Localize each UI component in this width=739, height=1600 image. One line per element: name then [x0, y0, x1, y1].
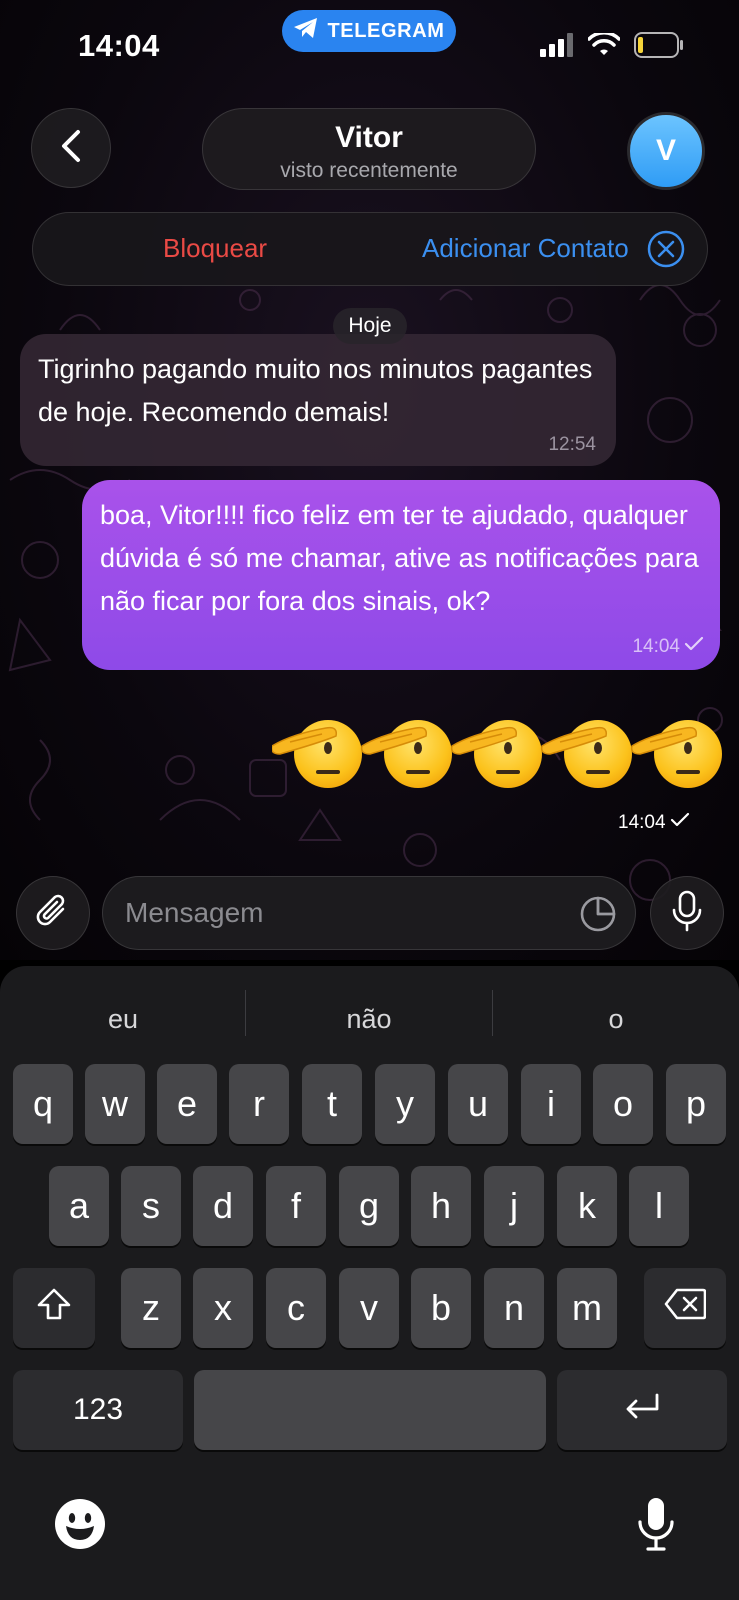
shift-icon — [36, 1287, 72, 1330]
key-c[interactable]: c — [266, 1268, 326, 1348]
status-time: 14:04 — [78, 28, 160, 63]
return-icon — [622, 1389, 662, 1431]
key-l[interactable]: l — [629, 1166, 689, 1246]
block-button[interactable]: Bloquear — [163, 233, 267, 264]
contact-status: visto recentemente — [280, 159, 458, 182]
key-k[interactable]: k — [557, 1166, 617, 1246]
suggestion-2[interactable]: não — [246, 1004, 492, 1035]
contact-name: Vitor — [335, 121, 403, 154]
attach-button[interactable] — [16, 876, 90, 950]
key-g[interactable]: g — [339, 1166, 399, 1246]
back-chevron-icon — [60, 129, 82, 168]
message-time: 12:54 — [548, 434, 596, 455]
voice-message-button[interactable] — [650, 876, 724, 950]
on-screen-keyboard: eu não o q w e r t y u i o p a s d f g h… — [0, 966, 739, 1600]
key-t[interactable]: t — [302, 1064, 362, 1144]
dictation-icon — [636, 1496, 676, 1557]
telegram-icon — [293, 17, 319, 45]
emoji-icon — [54, 1498, 106, 1555]
key-r[interactable]: r — [229, 1064, 289, 1144]
key-n[interactable]: n — [484, 1268, 544, 1348]
attach-icon — [33, 891, 73, 936]
backspace-icon — [664, 1287, 707, 1329]
key-f[interactable]: f — [266, 1166, 326, 1246]
message-bubble-incoming[interactable]: Tigrinho pagando muito nos minutos pagan… — [20, 334, 616, 466]
key-e[interactable]: e — [157, 1064, 217, 1144]
key-b[interactable]: b — [411, 1268, 471, 1348]
message-time: 14:04 — [632, 636, 680, 657]
key-m[interactable]: m — [557, 1268, 617, 1348]
suggestion-3[interactable]: o — [493, 1004, 739, 1035]
add-contact-button[interactable]: Adicionar Contato — [422, 233, 629, 264]
signal-icon — [540, 32, 574, 62]
key-x[interactable]: x — [193, 1268, 253, 1348]
status-icons — [540, 30, 684, 63]
message-bubble-outgoing[interactable]: boa, Vitor!!!! fico feliz em ter te ajud… — [82, 480, 720, 670]
key-o[interactable]: o — [593, 1064, 653, 1144]
avatar[interactable]: V — [627, 112, 705, 190]
battery-icon — [634, 31, 684, 63]
date-separator: Hoje — [333, 308, 407, 344]
telegram-pill[interactable]: TELEGRAM — [282, 10, 456, 52]
key-u[interactable]: u — [448, 1064, 508, 1144]
message-meta: 14:04 — [618, 812, 690, 834]
key-j[interactable]: j — [484, 1166, 544, 1246]
numbers-key[interactable]: 123 — [13, 1370, 183, 1450]
key-s[interactable]: s — [121, 1166, 181, 1246]
read-check-icon — [684, 636, 704, 658]
sticker-icon[interactable] — [579, 895, 617, 933]
message-text: boa, Vitor!!!! fico feliz em ter te ajud… — [100, 500, 699, 616]
contact-action-bar: Bloquear Adicionar Contato — [32, 212, 708, 286]
emoji-message[interactable]: 🫡🫡🫡🫡🫡 — [269, 712, 724, 792]
suggestion-1[interactable]: eu — [0, 1004, 246, 1035]
telegram-pill-label: TELEGRAM — [327, 19, 445, 42]
back-button[interactable] — [31, 108, 111, 188]
dictation-button[interactable] — [634, 1496, 678, 1556]
key-h[interactable]: h — [411, 1166, 471, 1246]
message-input[interactable] — [125, 891, 555, 935]
message-composer — [102, 876, 636, 950]
key-v[interactable]: v — [339, 1268, 399, 1348]
shift-key[interactable] — [13, 1268, 95, 1348]
key-q[interactable]: q — [13, 1064, 73, 1144]
microphone-icon — [672, 890, 702, 937]
emoji-keyboard-button[interactable] — [52, 1498, 108, 1554]
close-circle-icon[interactable] — [646, 229, 686, 269]
message-time: 14:04 — [618, 812, 666, 833]
key-w[interactable]: w — [85, 1064, 145, 1144]
saluting-face-emojis — [269, 718, 724, 790]
backspace-key[interactable] — [644, 1268, 726, 1348]
message-meta: 14:04 — [632, 636, 704, 658]
return-key[interactable] — [557, 1370, 727, 1450]
key-z[interactable]: z — [121, 1268, 181, 1348]
key-p[interactable]: p — [666, 1064, 726, 1144]
key-i[interactable]: i — [521, 1064, 581, 1144]
key-y[interactable]: y — [375, 1064, 435, 1144]
message-text: Tigrinho pagando muito nos minutos pagan… — [38, 354, 593, 427]
read-check-icon — [670, 812, 690, 834]
key-a[interactable]: a — [49, 1166, 109, 1246]
wifi-icon — [587, 30, 621, 62]
key-d[interactable]: d — [193, 1166, 253, 1246]
chat-title[interactable]: Vitor visto recentemente — [202, 108, 536, 190]
space-key[interactable] — [194, 1370, 546, 1450]
